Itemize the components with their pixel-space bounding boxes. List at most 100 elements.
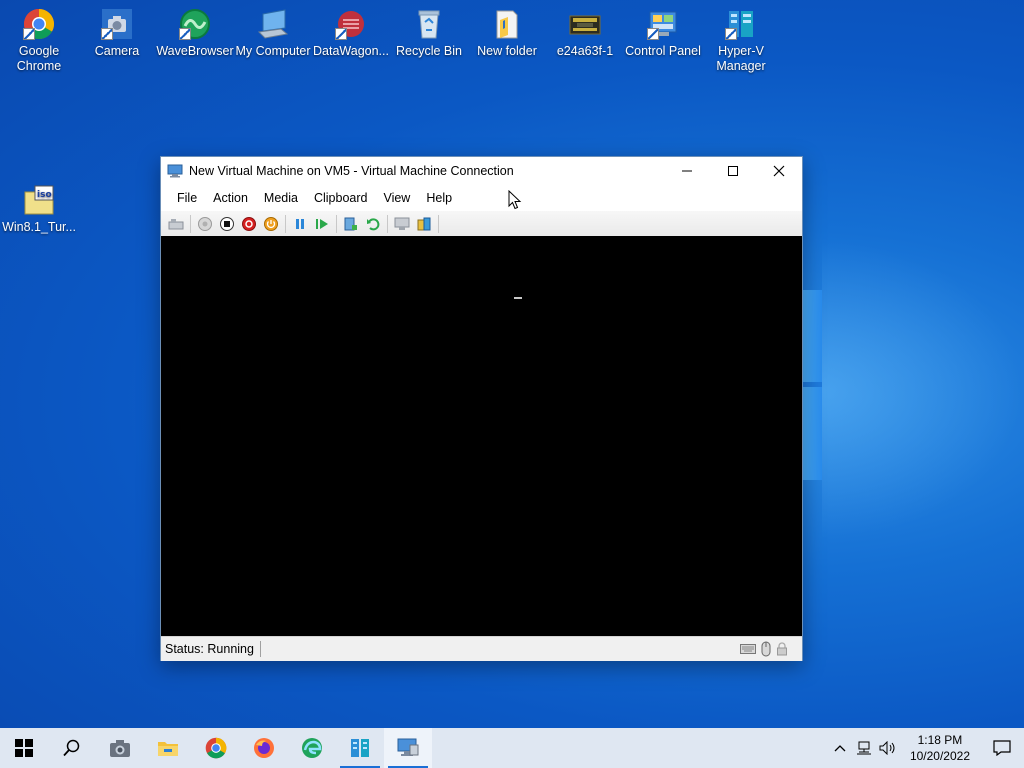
network-icon [856, 741, 871, 755]
recycle-bin-icon [413, 8, 445, 40]
menu-media[interactable]: Media [256, 185, 306, 211]
chrome-icon [23, 8, 55, 40]
wallpaper-light-beam [822, 240, 1024, 540]
desktop-icon-new-folder[interactable]: New folder [468, 0, 546, 59]
desktop-icon-label: New folder [477, 44, 537, 58]
taskbar-vm-connection[interactable] [384, 728, 432, 768]
minimize-button[interactable] [664, 157, 710, 185]
desktop-icon-label: Google Chrome [16, 44, 62, 73]
notifications-button[interactable] [980, 740, 1024, 756]
desktop-icon-datawagon[interactable]: DataWagon... [312, 0, 390, 59]
desktop-icon-e24a63f-1[interactable]: e24a63f-1 [546, 0, 624, 59]
taskbar-firefox[interactable] [240, 728, 288, 768]
clock[interactable]: 1:18 PM 10/20/2022 [900, 732, 980, 764]
menu-bar: File Action Media Clipboard View Help [161, 185, 802, 211]
system-tray: 1:18 PM 10/20/2022 [828, 728, 1024, 768]
checkpoint-button[interactable] [340, 213, 362, 235]
toolbar [161, 211, 802, 238]
computer-icon [257, 8, 289, 40]
enhanced-session-button[interactable] [391, 213, 413, 235]
taskbar-camera[interactable] [96, 728, 144, 768]
vm-status: Status: Running [161, 641, 261, 657]
desktop-icon-camera[interactable]: Camera [78, 0, 156, 59]
share-button[interactable] [413, 213, 435, 235]
enhanced-session-icon [394, 217, 410, 230]
lock-icon [777, 642, 787, 656]
taskbar: 1:18 PM 10/20/2022 [0, 728, 1024, 768]
vm-screen[interactable] [161, 236, 802, 636]
network-button[interactable] [852, 741, 876, 755]
toolbar-separator [438, 215, 439, 233]
desktop-icon-label: Win8.1_Tur... [2, 220, 76, 234]
start-icon [198, 217, 212, 231]
text-cursor [514, 297, 522, 299]
keyboard-icon [740, 644, 756, 654]
resume-icon [316, 219, 328, 229]
title-bar[interactable]: New Virtual Machine on VM5 - Virtual Mac… [161, 157, 802, 185]
taskbar-chrome[interactable] [192, 728, 240, 768]
menu-view[interactable]: View [375, 185, 418, 211]
vm-connection-window[interactable]: New Virtual Machine on VM5 - Virtual Mac… [160, 156, 803, 661]
turn-off-button[interactable] [216, 213, 238, 235]
power-button[interactable] [260, 213, 282, 235]
show-hidden-icons-button[interactable] [828, 744, 852, 752]
image-file-icon [569, 8, 601, 40]
search-button[interactable] [48, 728, 96, 768]
clock-date: 10/20/2022 [909, 749, 970, 763]
wallpaper-windows-logo [802, 290, 822, 480]
desktop-icon-label: Camera [94, 44, 140, 58]
desktop-icon-google-chrome[interactable]: Google Chrome [0, 0, 78, 74]
desktop-icon-label: Recycle Bin [396, 44, 462, 58]
file-explorer-icon [158, 742, 178, 756]
desktop-icon-label: e24a63f-1 [556, 44, 614, 58]
ctrl-alt-del-button[interactable] [165, 213, 187, 235]
pause-icon [296, 219, 304, 229]
checkpoint-icon [344, 217, 357, 231]
taskbar-edge[interactable] [288, 728, 336, 768]
firefox-icon [254, 738, 274, 758]
close-icon [773, 165, 785, 177]
desktop-icon-label: My Computer [235, 44, 311, 58]
chevron-up-icon [834, 745, 846, 752]
menu-clipboard[interactable]: Clipboard [306, 185, 376, 211]
desktop-icon-recycle-bin[interactable]: Recycle Bin [390, 0, 468, 59]
camera-icon [101, 8, 133, 40]
start-button-taskbar[interactable] [0, 728, 48, 768]
wavebrowser-icon [179, 8, 211, 40]
window-title: New Virtual Machine on VM5 - Virtual Mac… [189, 164, 514, 178]
menu-action[interactable]: Action [205, 185, 256, 211]
svg-text:iso: iso [37, 190, 52, 200]
vm-connection-icon [167, 164, 183, 178]
shut-down-button[interactable] [238, 213, 260, 235]
status-bar: Status: Running [161, 636, 802, 661]
start-button[interactable] [194, 213, 216, 235]
edge-icon [302, 738, 322, 758]
menu-help[interactable]: Help [418, 185, 460, 211]
desktop-icon-my-computer[interactable]: My Computer [234, 0, 312, 59]
maximize-button[interactable] [710, 157, 756, 185]
minimize-icon [682, 170, 692, 172]
folder-icon [491, 8, 523, 40]
notification-icon [993, 740, 1011, 756]
taskbar-hyperv-manager[interactable] [336, 728, 384, 768]
iso-file-icon: iso [23, 184, 55, 216]
taskbar-file-explorer[interactable] [144, 728, 192, 768]
desktop-icon-hyperv-manager[interactable]: Hyper-V Manager [702, 0, 780, 74]
revert-button[interactable] [362, 213, 384, 235]
volume-icon [879, 741, 895, 755]
chrome-icon [205, 737, 227, 759]
camera-icon [110, 740, 130, 757]
maximize-icon [728, 166, 738, 176]
close-button[interactable] [756, 157, 802, 185]
volume-button[interactable] [876, 741, 900, 755]
menu-file[interactable]: File [169, 185, 205, 211]
share-icon [417, 217, 431, 231]
desktop-icon-label: DataWagon... [313, 44, 389, 58]
ctrl-alt-del-icon [168, 219, 184, 230]
desktop-icon-win81-iso[interactable]: iso Win8.1_Tur... [0, 176, 78, 235]
pause-button[interactable] [289, 213, 311, 235]
desktop-icon-control-panel[interactable]: Control Panel [624, 0, 702, 59]
hyperv-manager-icon [725, 8, 757, 40]
resume-button[interactable] [311, 213, 333, 235]
desktop-icon-wavebrowser[interactable]: WaveBrowser [156, 0, 234, 59]
